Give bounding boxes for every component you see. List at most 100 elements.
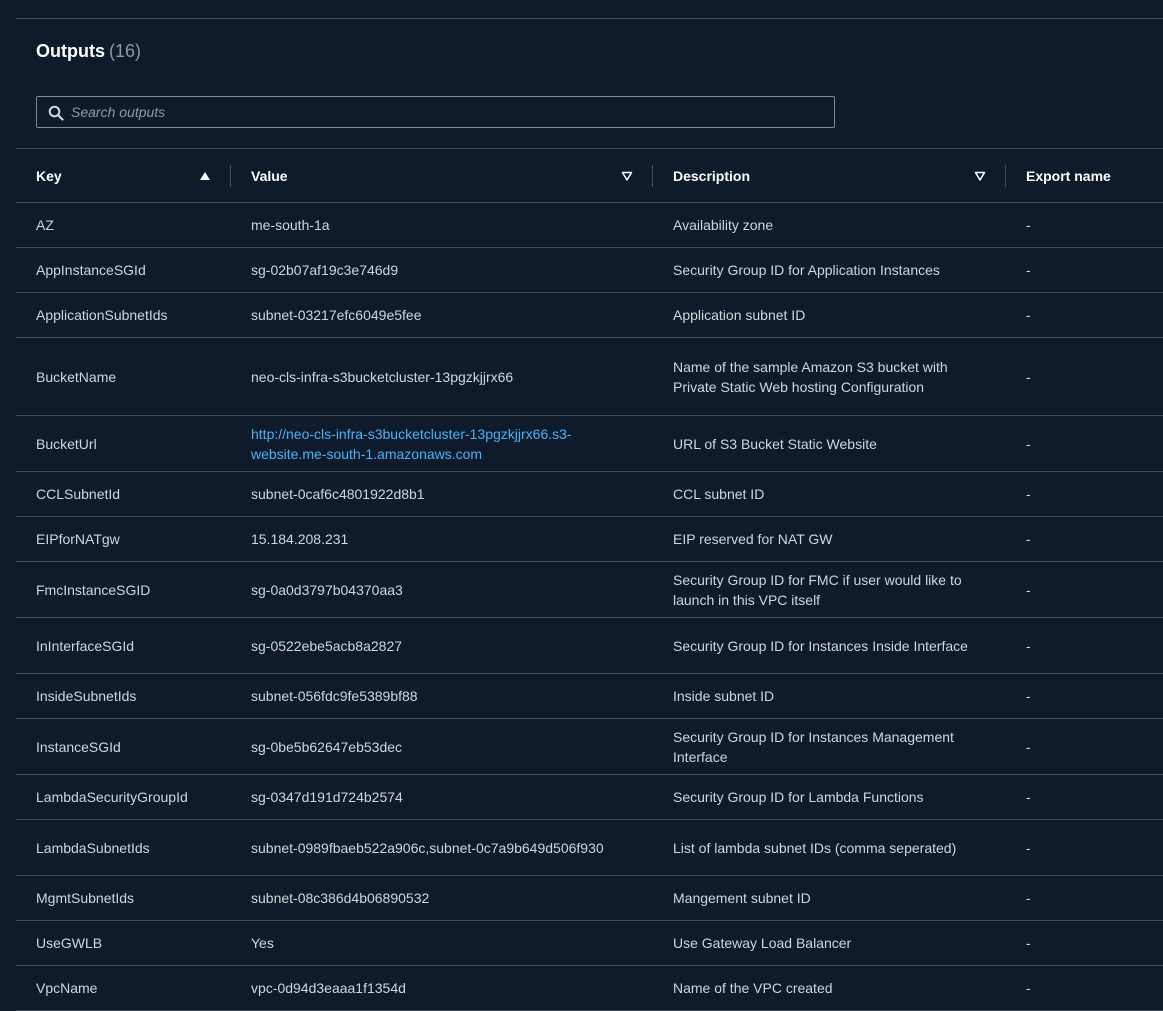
cell-value: vpc-0d94d3eaaa1f1354d (231, 965, 653, 1011)
cell-key: BucketName (16, 337, 231, 416)
cell-description: Security Group ID for FMC if user would … (653, 561, 1006, 618)
cell-value: Yes (231, 920, 653, 966)
cell-description: Use Gateway Load Balancer (653, 920, 1006, 966)
table-header-row: Key Value Description Export name (16, 148, 1163, 203)
cell-export-name: - (1006, 673, 1163, 719)
sort-descending-icon[interactable] (974, 170, 986, 182)
cell-key: LambdaSecurityGroupId (16, 774, 231, 820)
sort-ascending-icon[interactable] (199, 170, 211, 182)
table-row: InsideSubnetIds subnet-056fdc9fe5389bf88… (16, 673, 1163, 719)
table-row: MgmtSubnetIds subnet-08c386d4b06890532 M… (16, 875, 1163, 921)
cell-value: me-south-1a (231, 202, 653, 248)
cell-value: neo-cls-infra-s3bucketcluster-13pgzkjjrx… (231, 337, 653, 416)
column-header-label: Value (251, 167, 288, 184)
cell-value: sg-02b07af19c3e746d9 (231, 247, 653, 293)
cell-value: 15.184.208.231 (231, 516, 653, 562)
cell-export-name: - (1006, 920, 1163, 966)
search-input[interactable] (71, 97, 811, 127)
cell-export-name: - (1006, 516, 1163, 562)
table-row: InInterfaceSGId sg-0522ebe5acb8a2827 Sec… (16, 617, 1163, 674)
column-header-key[interactable]: Key (16, 148, 231, 203)
table-row: EIPforNATgw 15.184.208.231 EIP reserved … (16, 516, 1163, 562)
cell-value: sg-0be5b62647eb53dec (231, 718, 653, 775)
table-row: UseGWLB Yes Use Gateway Load Balancer - (16, 920, 1163, 966)
cell-description: Security Group ID for Lambda Functions (653, 774, 1006, 820)
cell-key: LambdaSubnetIds (16, 819, 231, 876)
cell-key: MgmtSubnetIds (16, 875, 231, 921)
cell-value: subnet-03217efc6049e5fee (231, 292, 653, 338)
table-body: AZ me-south-1a Availability zone - AppIn… (16, 202, 1163, 1011)
column-header-export-name: Export name (1006, 148, 1163, 203)
table-row: LambdaSubnetIds subnet-0989fbaeb522a906c… (16, 819, 1163, 876)
cell-key: UseGWLB (16, 920, 231, 966)
cell-export-name: - (1006, 247, 1163, 293)
cell-key: ApplicationSubnetIds (16, 292, 231, 338)
cell-key: BucketUrl (16, 415, 231, 472)
cell-value: subnet-056fdc9fe5389bf88 (231, 673, 653, 719)
outputs-panel: Outputs(16) Key (16, 19, 1163, 1011)
table-row: VpcName vpc-0d94d3eaaa1f1354d Name of th… (16, 965, 1163, 1011)
cell-description: Security Group ID for Application Instan… (653, 247, 1006, 293)
cell-key: VpcName (16, 965, 231, 1011)
cell-description: Mangement subnet ID (653, 875, 1006, 921)
search-icon (48, 105, 64, 121)
cell-description: List of lambda subnet IDs (comma seperat… (653, 819, 1006, 876)
cell-key: CCLSubnetId (16, 471, 231, 517)
panel-title-text: Outputs (36, 41, 105, 61)
table-row: FmcInstanceSGID sg-0a0d3797b04370aa3 Sec… (16, 561, 1163, 618)
cell-value: subnet-0caf6c4801922d8b1 (231, 471, 653, 517)
cell-key: InsideSubnetIds (16, 673, 231, 719)
cell-value: http://neo-cls-infra-s3bucketcluster-13p… (231, 415, 653, 472)
cell-export-name: - (1006, 774, 1163, 820)
column-header-description[interactable]: Description (653, 148, 1006, 203)
cell-export-name: - (1006, 819, 1163, 876)
outputs-count: (16) (109, 41, 142, 61)
cell-description: Availability zone (653, 202, 1006, 248)
cell-description: Security Group ID for Instances Inside I… (653, 617, 1006, 674)
cell-description: Application subnet ID (653, 292, 1006, 338)
cell-export-name: - (1006, 471, 1163, 517)
cell-export-name: - (1006, 617, 1163, 674)
table-row: BucketName neo-cls-infra-s3bucketcluster… (16, 337, 1163, 416)
sort-descending-icon[interactable] (621, 170, 633, 182)
table-row: InstanceSGId sg-0be5b62647eb53dec Securi… (16, 718, 1163, 775)
column-header-label: Export name (1026, 167, 1111, 184)
cell-value: sg-0522ebe5acb8a2827 (231, 617, 653, 674)
cell-export-name: - (1006, 202, 1163, 248)
cell-value: subnet-08c386d4b06890532 (231, 875, 653, 921)
cell-export-name: - (1006, 965, 1163, 1011)
cell-export-name: - (1006, 415, 1163, 472)
cell-export-name: - (1006, 561, 1163, 618)
cell-key: InInterfaceSGId (16, 617, 231, 674)
cell-value: subnet-0989fbaeb522a906c,subnet-0c7a9b64… (231, 819, 653, 876)
cell-key: AZ (16, 202, 231, 248)
cell-key: EIPforNATgw (16, 516, 231, 562)
cell-value: sg-0a0d3797b04370aa3 (231, 561, 653, 618)
table-row: AppInstanceSGId sg-02b07af19c3e746d9 Sec… (16, 247, 1163, 293)
table-row: CCLSubnetId subnet-0caf6c4801922d8b1 CCL… (16, 471, 1163, 517)
cell-description: Security Group ID for Instances Manageme… (653, 718, 1006, 775)
table-row: ApplicationSubnetIds subnet-03217efc6049… (16, 292, 1163, 338)
outputs-page: Outputs(16) Key (0, 0, 1163, 1011)
column-header-label: Description (673, 167, 751, 184)
search-box[interactable] (36, 96, 835, 128)
outputs-table: Key Value Description Export name AZ me-… (16, 148, 1163, 1011)
cell-description: CCL subnet ID (653, 471, 1006, 517)
cell-key: InstanceSGId (16, 718, 231, 775)
cell-key: FmcInstanceSGID (16, 561, 231, 618)
cell-key: AppInstanceSGId (16, 247, 231, 293)
cell-description: Name of the sample Amazon S3 bucket with… (653, 337, 1006, 416)
cell-export-name: - (1006, 292, 1163, 338)
cell-export-name: - (1006, 337, 1163, 416)
table-row: AZ me-south-1a Availability zone - (16, 202, 1163, 248)
cell-description: EIP reserved for NAT GW (653, 516, 1006, 562)
cell-export-name: - (1006, 718, 1163, 775)
table-row: BucketUrl http://neo-cls-infra-s3bucketc… (16, 415, 1163, 472)
cell-value: sg-0347d191d724b2574 (231, 774, 653, 820)
cell-description: Name of the VPC created (653, 965, 1006, 1011)
column-header-value[interactable]: Value (231, 148, 653, 203)
column-header-label: Key (36, 167, 62, 184)
panel-title: Outputs (16) (36, 41, 141, 62)
bucket-url-link[interactable]: http://neo-cls-infra-s3bucketcluster-13p… (251, 426, 572, 462)
table-row: LambdaSecurityGroupId sg-0347d191d724b25… (16, 774, 1163, 820)
